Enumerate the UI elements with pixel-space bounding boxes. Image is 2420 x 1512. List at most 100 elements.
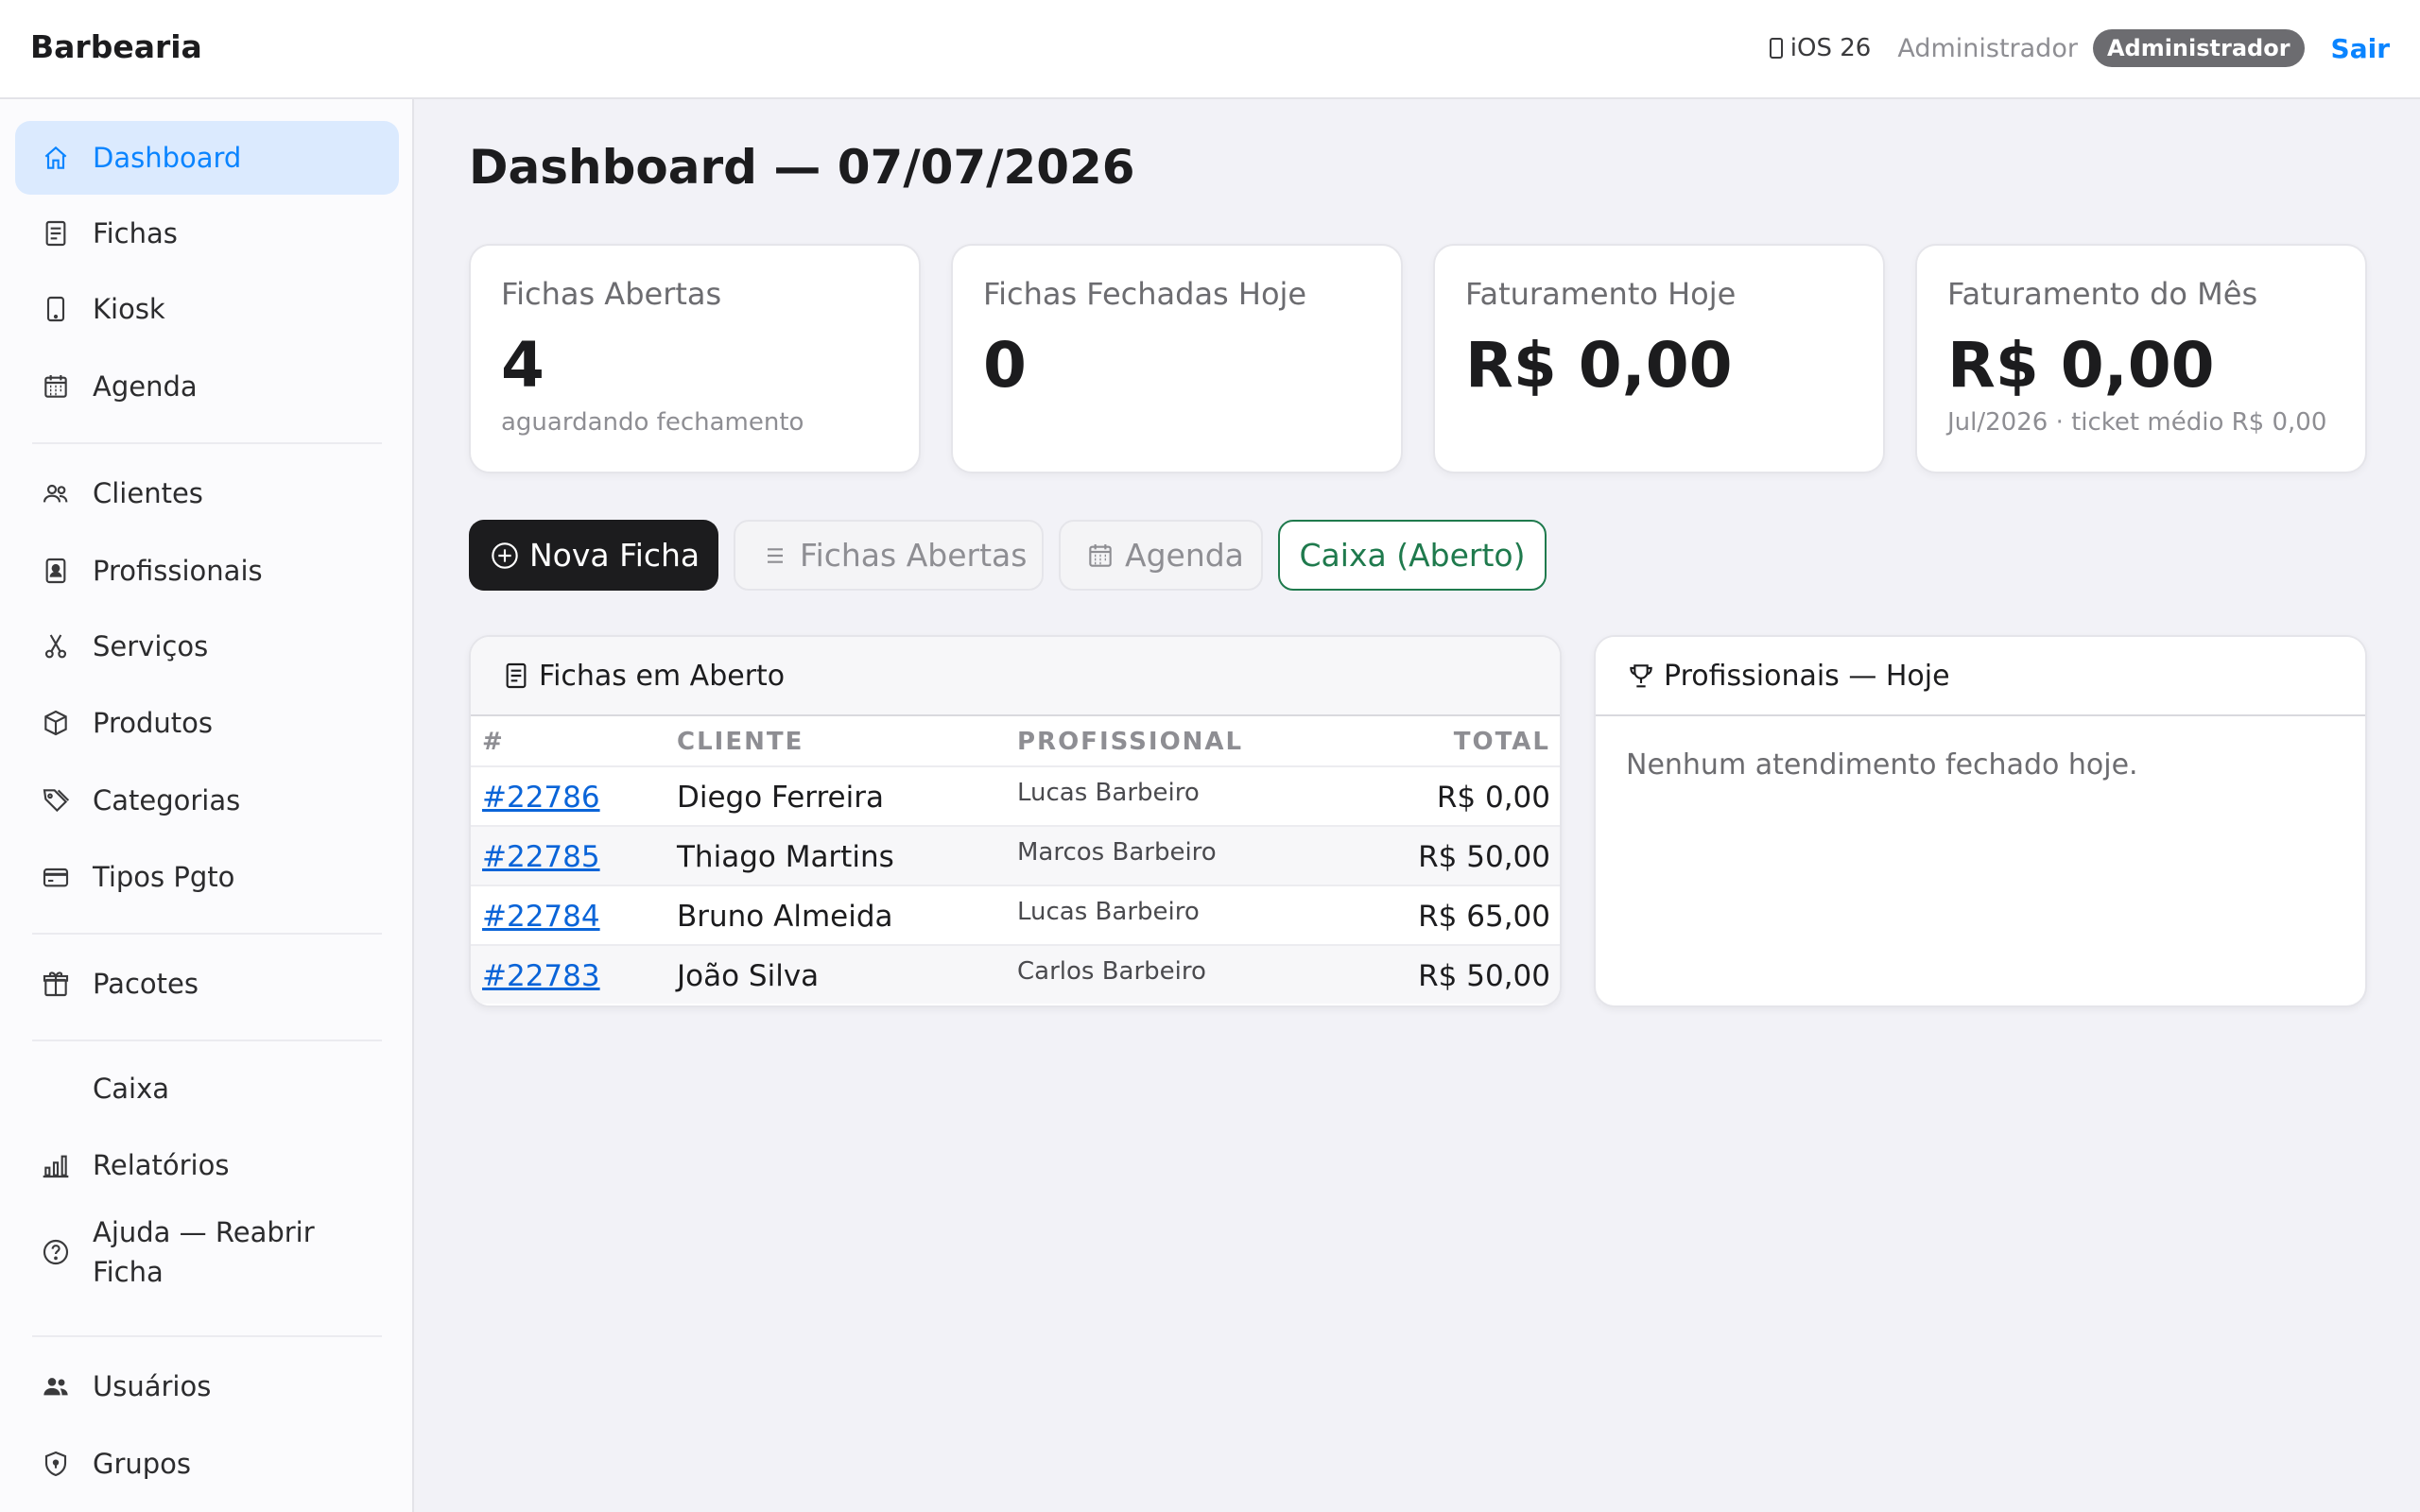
logout-link[interactable]: Sair [2331, 33, 2390, 64]
ficha-total: R$ 65,00 [1418, 899, 1550, 934]
header-actions: iOS 26 Administrador Administrador Sair [1769, 28, 2390, 68]
stat-label: Fichas Abertas [501, 276, 722, 312]
document-icon [40, 217, 72, 249]
column-header-id: # [482, 728, 505, 756]
table-row[interactable]: #22786 Diego Ferreira Lucas Barbeiro R$ … [471, 765, 1560, 825]
agenda-button[interactable]: Agenda [1059, 520, 1263, 591]
scissors-icon [40, 630, 72, 662]
sidebar-item-servicos[interactable]: Serviços [15, 610, 399, 683]
sidebar-item-label: Grupos [93, 1448, 192, 1480]
ficha-id-link[interactable]: #22786 [482, 767, 600, 827]
sidebar-item-label: Clientes [93, 477, 203, 509]
sidebar-item-usuarios[interactable]: Usuários [15, 1349, 399, 1423]
document-icon [506, 662, 527, 689]
sidebar-item-label: Produtos [93, 707, 214, 739]
platform-indicator: iOS 26 [1769, 34, 1872, 62]
stat-value: 0 [983, 329, 1027, 402]
plus-circle-icon [492, 541, 518, 569]
sidebar-item-label: Pacotes [93, 968, 199, 1000]
sidebar-item-relatorios[interactable]: Relatórios [15, 1128, 399, 1202]
table-row[interactable]: #22784 Bruno Almeida Lucas Barbeiro R$ 6… [471, 885, 1560, 944]
stat-card-fichas-abertas: Fichas Abertas 4 aguardando fechamento [469, 244, 921, 473]
column-header-cliente: CLIENTE [677, 728, 804, 756]
cliente-name: Diego Ferreira [677, 780, 884, 815]
sidebar-item-categorias[interactable]: Categorias [15, 764, 399, 837]
stat-value: R$ 0,00 [1465, 329, 1733, 402]
sidebar-item-dashboard[interactable]: Dashboard [15, 121, 399, 195]
bar-chart-icon [40, 1149, 72, 1181]
profissional-name: Marcos Barbeiro [1017, 838, 1217, 867]
tablet-icon [40, 293, 72, 325]
sidebar-item-label: Caixa [93, 1073, 170, 1105]
calendar-icon [1089, 543, 1112, 567]
new-ficha-button[interactable]: Nova Ficha [469, 520, 718, 591]
stat-value: R$ 0,00 [1947, 329, 2215, 402]
open-fichas-button[interactable]: Fichas Abertas [734, 520, 1044, 591]
cliente-name: João Silva [677, 958, 820, 993]
sidebar-item-label: Usuários [93, 1370, 212, 1402]
sidebar-divider [32, 933, 382, 935]
home-icon [40, 142, 72, 174]
sidebar-item-clientes[interactable]: Clientes [15, 456, 399, 530]
sidebar-item-produtos[interactable]: Produtos [15, 686, 399, 760]
ficha-id-link[interactable]: #22785 [482, 827, 600, 886]
sidebar-item-label: Agenda [93, 370, 198, 403]
question-circle-icon [40, 1236, 72, 1268]
stat-label: Fichas Fechadas Hoje [983, 276, 1307, 312]
sidebar-item-label: Tipos Pgto [93, 861, 235, 893]
sidebar-item-tipos-pgto[interactable]: Tipos Pgto [15, 840, 399, 914]
stat-card-fichas-fechadas: Fichas Fechadas Hoje 0 [951, 244, 1403, 473]
users-fill-icon [40, 1370, 72, 1402]
sidebar-item-label: Categorias [93, 784, 241, 816]
list-icon [768, 547, 783, 563]
device-icon [1769, 38, 1783, 59]
sidebar-item-label: Ajuda — Reabrir Ficha [93, 1216, 315, 1288]
profissional-name: Lucas Barbeiro [1017, 779, 1200, 807]
sidebar-item-label: Profissionais [93, 555, 263, 587]
open-fichas-panel: Fichas em Aberto # CLIENTE PROFISSIONAL … [469, 635, 1562, 1007]
ficha-total: R$ 50,00 [1418, 958, 1550, 993]
sidebar-item-label: Relatórios [93, 1149, 230, 1181]
stat-card-faturamento-hoje: Faturamento Hoje R$ 0,00 [1433, 244, 1885, 473]
sidebar-item-kiosk[interactable]: Kiosk [15, 272, 399, 346]
calendar-icon [40, 370, 72, 403]
stat-label: Faturamento Hoje [1465, 276, 1737, 312]
profissional-name: Lucas Barbeiro [1017, 898, 1200, 926]
platform-label: iOS 26 [1789, 34, 1872, 62]
ficha-id-link[interactable]: #22784 [482, 886, 600, 946]
panel-title: Fichas em Aberto [539, 659, 786, 693]
new-ficha-label: Nova Ficha [529, 537, 700, 574]
agenda-label: Agenda [1125, 537, 1244, 574]
sidebar-item-fichas[interactable]: Fichas [15, 197, 399, 270]
sidebar-item-ajuda-reabrir[interactable]: Ajuda — Reabrir Ficha [15, 1200, 399, 1304]
ficha-id-link[interactable]: #22783 [482, 946, 600, 1005]
brand-title: Barbearia [30, 28, 202, 65]
sidebar: Dashboard Fichas Kiosk Agenda Clientes P… [0, 99, 414, 1512]
shield-lock-icon [40, 1448, 72, 1480]
table-row[interactable]: #22785 Thiago Martins Marcos Barbeiro R$… [471, 825, 1560, 885]
sidebar-item-caixa[interactable]: Caixa [15, 1052, 399, 1125]
page-title: Dashboard — 07/07/2026 [469, 140, 1135, 195]
column-header-profissional: PROFISSIONAL [1017, 728, 1244, 756]
stat-subtext: aguardando fechamento [501, 408, 804, 437]
panel-header: Fichas em Aberto [471, 637, 1560, 716]
sidebar-item-grupos[interactable]: Grupos [15, 1427, 399, 1501]
credit-card-icon [40, 861, 72, 893]
stat-subtext: Jul/2026 · ticket médio R$ 0,00 [1947, 408, 2327, 437]
sidebar-item-label: Dashboard [93, 142, 242, 174]
caixa-button[interactable]: Caixa (Aberto) [1278, 520, 1547, 591]
sidebar-divider [32, 1335, 382, 1337]
table-row[interactable]: #22783 João Silva Carlos Barbeiro R$ 50,… [471, 944, 1560, 1004]
sidebar-item-agenda[interactable]: Agenda [15, 350, 399, 423]
sidebar-item-profissionais[interactable]: Profissionais [15, 534, 399, 608]
stat-card-faturamento-mes: Faturamento do Mês R$ 0,00 Jul/2026 · ti… [1915, 244, 2367, 473]
column-header-total: TOTAL [1453, 728, 1550, 756]
sidebar-divider [32, 1040, 382, 1041]
sidebar-item-pacotes[interactable]: Pacotes [15, 947, 399, 1021]
caixa-label: Caixa (Aberto) [1299, 537, 1526, 574]
sidebar-item-label: Kiosk [93, 293, 165, 325]
sidebar-item-label: Serviços [93, 630, 209, 662]
gift-icon [40, 968, 72, 1000]
user-name: Administrador [1897, 33, 2078, 63]
stat-value: 4 [501, 329, 544, 402]
